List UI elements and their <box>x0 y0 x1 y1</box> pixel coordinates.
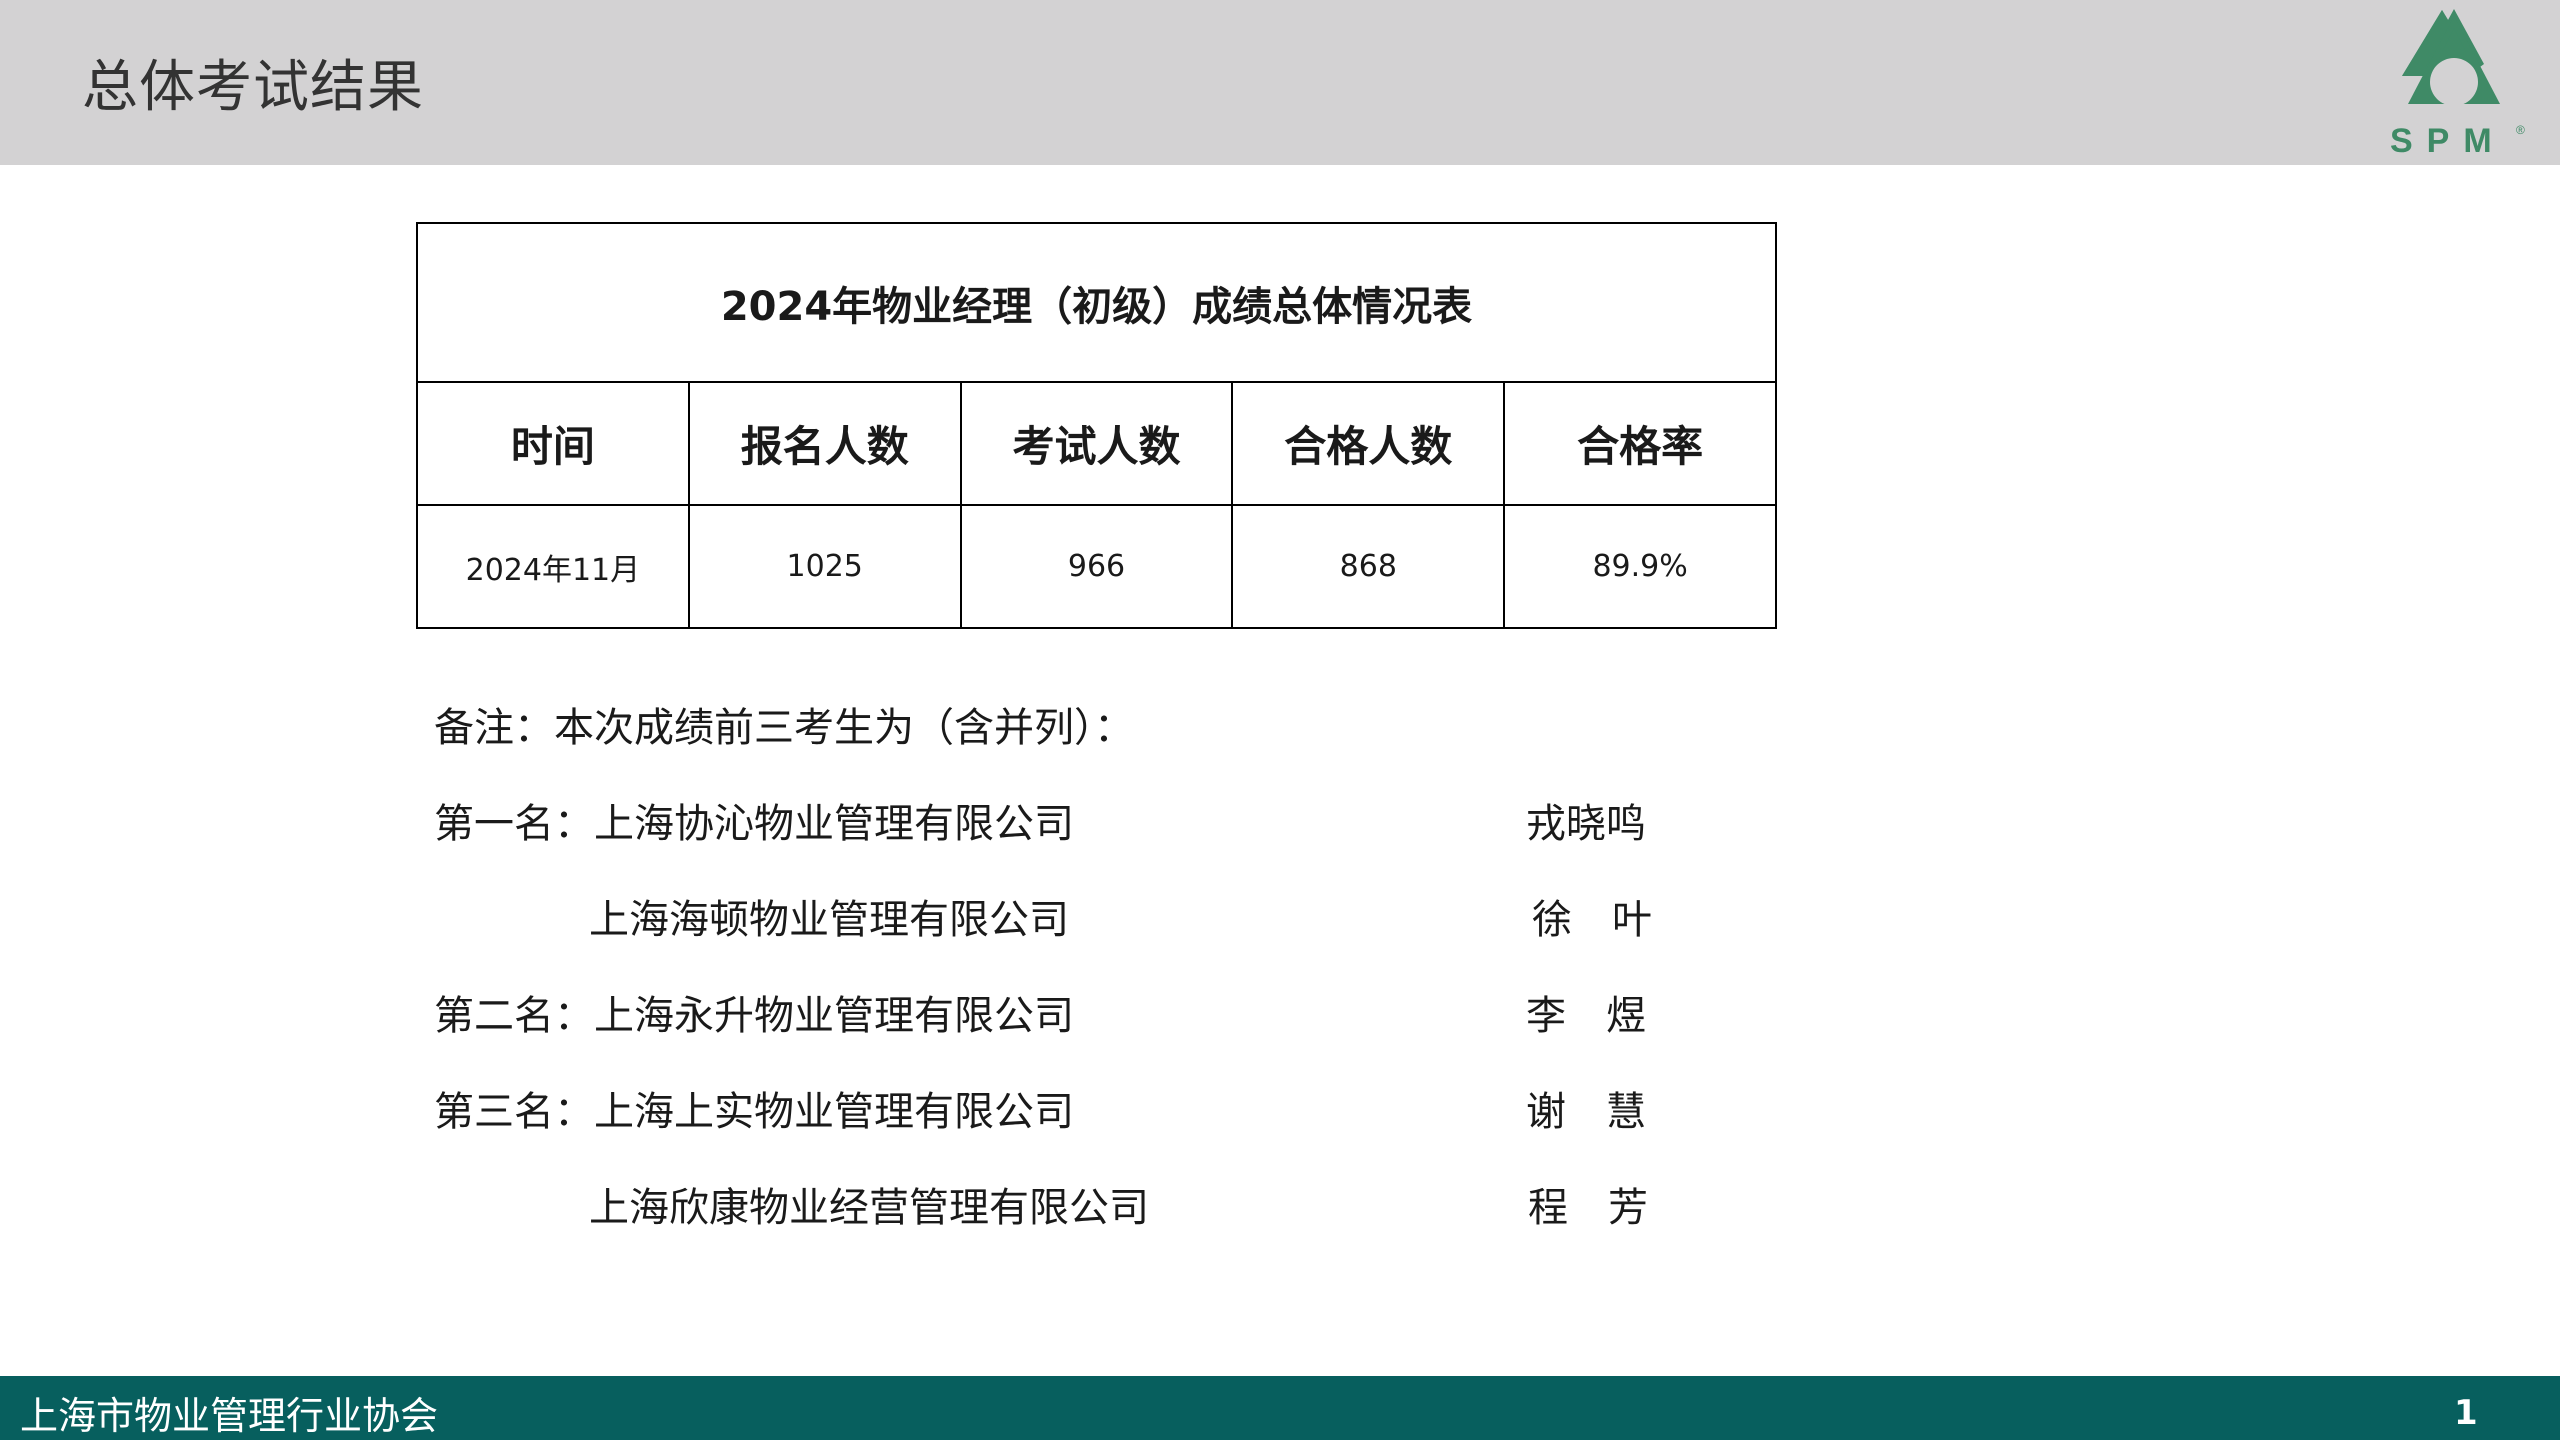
company-name: 上海协沁物业管理有限公司 <box>594 801 1074 847</box>
spm-logo: SPM ® <box>2390 9 2525 158</box>
column-header-pass-rate: 合格率 <box>1503 381 1777 506</box>
candidate-name: 谢 慧 <box>1526 1089 1646 1135</box>
logo-text: SPM <box>2390 122 2506 158</box>
page-number: 1 <box>2454 1393 2478 1433</box>
candidate-name: 李 煜 <box>1526 993 1646 1039</box>
candidate-name: 徐 叶 <box>1532 897 1652 943</box>
company-name: 上海海顿物业管理有限公司 <box>589 897 1069 943</box>
column-header-examined: 考试人数 <box>959 381 1234 506</box>
column-header-time: 时间 <box>416 381 690 506</box>
slide-header: 总体考试结果 SPM ® <box>0 0 2560 165</box>
candidate-name: 程 芳 <box>1528 1185 1648 1231</box>
notes-intro: 备注：本次成绩前三考生为（含并列）： <box>434 705 1134 751</box>
cell-registered: 1025 <box>687 504 962 629</box>
candidate-name: 戎晓鸣 <box>1526 801 1646 847</box>
table-row: 2024年11月 1025 966 868 89.9% <box>416 504 1777 629</box>
company-name: 上海欣康物业经营管理有限公司 <box>589 1185 1149 1231</box>
list-item: 第二名：上海永升物业管理有限公司 <box>434 983 1074 1041</box>
slide-footer: 上海市物业管理行业协会 1 <box>0 1376 2560 1440</box>
cell-passed: 868 <box>1231 504 1506 629</box>
company-name: 上海上实物业管理有限公司 <box>594 1089 1074 1135</box>
rank-label: 第一名： <box>434 801 594 847</box>
cell-pass-rate: 89.9% <box>1503 504 1777 629</box>
company-name: 上海永升物业管理有限公司 <box>594 993 1074 1039</box>
cell-time: 2024年11月 <box>416 504 690 629</box>
slide-title: 总体考试结果 <box>82 55 424 120</box>
list-item: 第三名：上海上实物业管理有限公司 <box>434 1079 1074 1137</box>
list-item: 上海欣康物业经营管理有限公司 <box>589 1175 1149 1233</box>
column-header-registered: 报名人数 <box>687 381 962 506</box>
column-header-passed: 合格人数 <box>1231 381 1506 506</box>
rank-label: 第三名： <box>434 1089 594 1135</box>
table-caption: 2024年物业经理（初级）成绩总体情况表 <box>416 222 1777 383</box>
cell-examined: 966 <box>959 504 1234 629</box>
results-table: 2024年物业经理（初级）成绩总体情况表 时间 报名人数 考试人数 合格人数 合… <box>416 222 1777 629</box>
table-header-row: 时间 报名人数 考试人数 合格人数 合格率 <box>416 381 1777 506</box>
list-item: 第一名：上海协沁物业管理有限公司 <box>434 791 1074 849</box>
organization-name: 上海市物业管理行业协会 <box>20 1394 439 1438</box>
logo-registered-mark: ® <box>2516 123 2525 137</box>
rank-label: 第二名： <box>434 993 594 1039</box>
list-item: 上海海顿物业管理有限公司 <box>589 887 1069 945</box>
